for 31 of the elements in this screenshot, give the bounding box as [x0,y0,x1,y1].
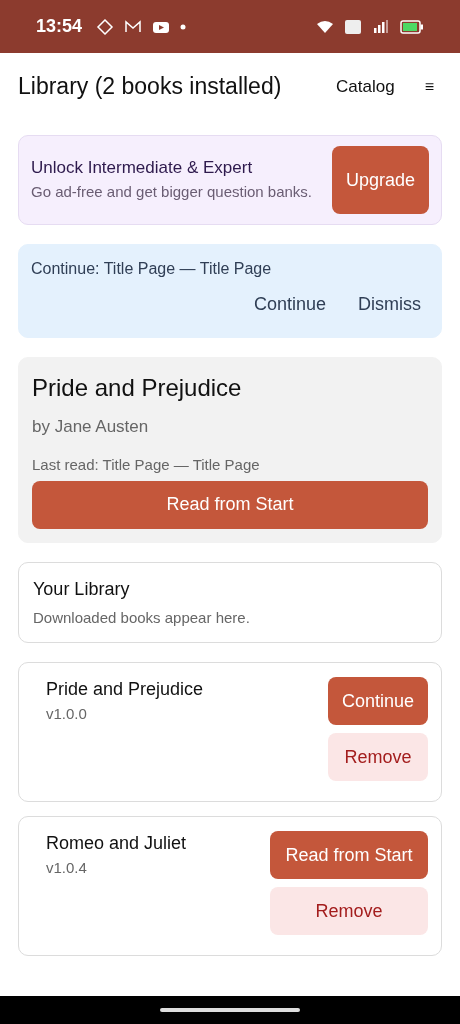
promo-text: Go ad-free and get bigger question banks. [31,181,314,202]
status-time: 13:54 [36,16,83,37]
last-read-text: Last read: Title Page — Title Page [32,454,261,475]
catalog-link[interactable]: Catalog [336,76,395,97]
mail-icon [124,18,143,35]
signal-icon [372,18,390,35]
book-version: v1.0.4 [46,858,88,879]
resume-action-button[interactable]: Dismiss [350,289,429,319]
remove-button[interactable]: Remove [270,887,428,936]
promo-title: Unlock Intermediate & Expert [31,157,254,178]
resume-text: Continue: Title Page — Title Page [31,259,273,279]
read-from-start-button[interactable]: Read from Start [32,480,428,529]
library-text: Downloaded books appear here. [33,607,251,628]
page-title: Library (2 books installed) [18,73,283,100]
book-title: Romeo and Juliet [46,833,188,855]
upgrade-button[interactable]: Upgrade [331,146,429,214]
book-version: v1.0.0 [46,704,88,725]
home-indicator[interactable] [160,1008,300,1012]
battery-icon [400,19,424,34]
book-author: by Jane Austen [32,415,150,438]
dot-icon [180,23,187,30]
book-action-button[interactable]: Continue [328,677,428,726]
book-title: Pride and Prejudice [46,679,205,701]
menu-button[interactable]: ≡ [424,77,442,96]
book-action-button[interactable]: Read from Start [270,831,428,880]
wifi-icon [316,18,334,35]
remove-button[interactable]: Remove [328,733,428,782]
library-title: Your Library [33,578,131,600]
resume-action-button[interactable]: Continue [245,289,334,319]
diamond-icon [96,18,115,35]
book-title: Pride and Prejudice [32,373,243,402]
